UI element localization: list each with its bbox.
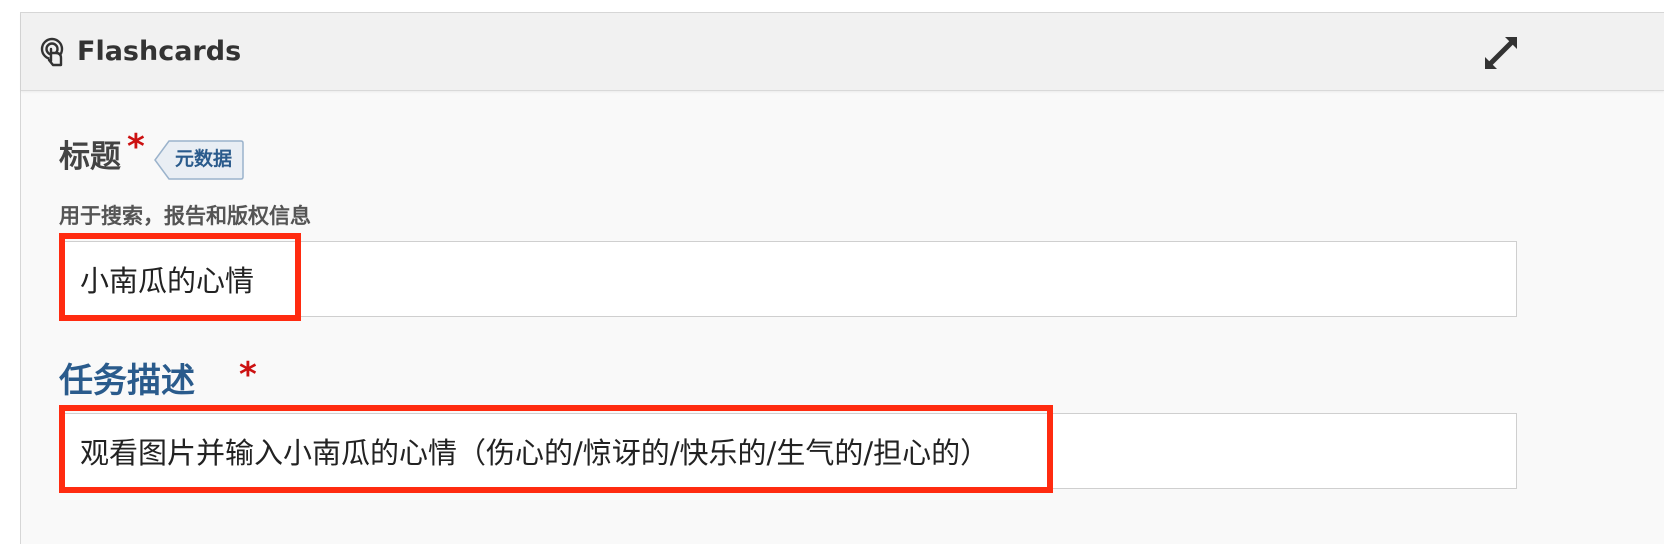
flashcards-panel: Flashcards 标题 * 元数据 用于搜索，报告和版权信息 任务描述 * xyxy=(20,12,1664,544)
touch-icon xyxy=(40,37,64,67)
panel-header: Flashcards xyxy=(21,13,1664,91)
title-input[interactable] xyxy=(59,241,1517,317)
task-description-input[interactable] xyxy=(59,413,1517,489)
metadata-badge-label: 元数据 xyxy=(175,148,233,170)
task-description-label: 任务描述 * xyxy=(59,355,257,403)
required-indicator: * xyxy=(127,127,145,167)
expand-icon[interactable] xyxy=(1481,33,1521,73)
required-indicator: * xyxy=(239,355,257,395)
title-label: 标题 xyxy=(59,139,121,175)
task-description-label-text: 任务描述 xyxy=(59,361,195,401)
panel-title: Flashcards xyxy=(77,36,242,67)
title-field-description: 用于搜索，报告和版权信息 xyxy=(59,204,311,228)
